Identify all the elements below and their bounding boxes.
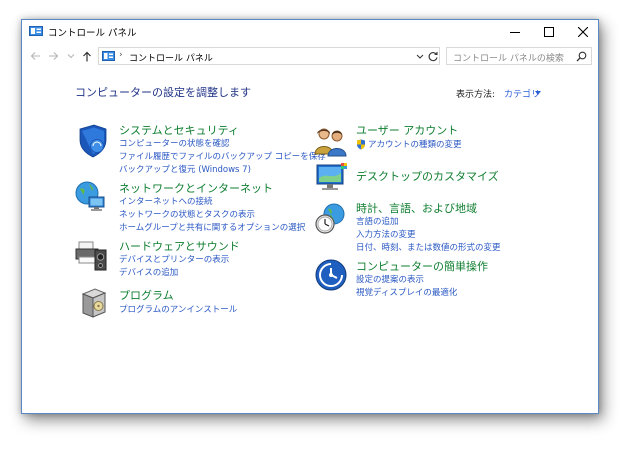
forward-button[interactable] bbox=[46, 48, 60, 64]
search-placeholder: コントロール パネルの検索 bbox=[453, 54, 564, 64]
link-add-language[interactable]: 言語の追加 bbox=[356, 215, 399, 227]
category-desktop-customization[interactable]: デスクトップのカスタマイズ bbox=[356, 168, 499, 184]
close-button[interactable] bbox=[566, 20, 600, 44]
link-change-account-type[interactable]: アカウントの種類の変更 bbox=[368, 138, 462, 150]
search-icon[interactable] bbox=[576, 51, 587, 62]
title-bar[interactable]: コントロール パネル bbox=[22, 20, 598, 44]
link-devices-printers[interactable]: デバイスとプリンターの表示 bbox=[119, 253, 229, 265]
category-ease-of-access[interactable]: コンピューターの簡単操作 bbox=[356, 258, 488, 274]
link-check-computer-status[interactable]: コンピューターの状態を確認 bbox=[119, 137, 230, 149]
security-shield-icon[interactable] bbox=[76, 124, 110, 158]
category-network-internet[interactable]: ネットワークとインターネット bbox=[119, 180, 273, 196]
breadcrumb-control-panel[interactable]: コントロール パネル bbox=[129, 51, 213, 64]
breadcrumb-separator[interactable]: › bbox=[119, 50, 123, 60]
up-button[interactable] bbox=[80, 48, 94, 64]
control-panel-breadcrumb-icon bbox=[102, 51, 115, 61]
clock-globe-icon[interactable] bbox=[314, 202, 348, 236]
address-bar[interactable]: › コントロール パネル bbox=[98, 47, 440, 65]
category-hardware-sound[interactable]: ハードウェアとサウンド bbox=[119, 238, 240, 254]
link-homegroup-sharing[interactable]: ホームグループと共有に関するオプションの選択 bbox=[119, 221, 305, 233]
link-change-input-method[interactable]: 入力方法の変更 bbox=[356, 228, 416, 240]
forward-arrow-icon bbox=[48, 52, 58, 60]
window-title: コントロール パネル bbox=[48, 28, 137, 39]
ease-of-access-icon[interactable] bbox=[314, 258, 348, 292]
minimize-icon bbox=[510, 32, 520, 33]
link-change-date-time-number-format[interactable]: 日付、時刻、または数値の形式の変更 bbox=[356, 241, 501, 253]
view-by-chevron-down-icon[interactable] bbox=[535, 91, 541, 95]
view-by-label: 表示方法: bbox=[456, 90, 496, 100]
chevron-down-icon bbox=[67, 54, 75, 59]
link-add-device[interactable]: デバイスの追加 bbox=[119, 266, 178, 278]
category-user-accounts[interactable]: ユーザー アカウント bbox=[356, 122, 458, 138]
category-system-security[interactable]: システムとセキュリティ bbox=[119, 122, 239, 138]
link-backup-restore-win7[interactable]: バックアップと復元 (Windows 7) bbox=[119, 163, 251, 175]
navigation-bar: › コントロール パネル コントロール パネルの検索 bbox=[22, 45, 598, 69]
category-clock-language-region[interactable]: 時計、言語、および地域 bbox=[356, 200, 477, 216]
up-arrow-icon bbox=[83, 51, 91, 61]
control-panel-window: コントロール パネル › コントロール パネル コントロール パネルの検索 コン… bbox=[21, 19, 599, 414]
program-box-icon[interactable] bbox=[77, 286, 111, 320]
control-panel-app-icon bbox=[29, 26, 43, 36]
back-arrow-icon bbox=[30, 52, 40, 60]
address-dropdown-icon[interactable] bbox=[415, 51, 425, 62]
link-network-status-tasks[interactable]: ネットワークの状態とタスクの表示 bbox=[119, 208, 255, 220]
network-globe-icon[interactable] bbox=[74, 180, 108, 214]
search-input[interactable]: コントロール パネルの検索 bbox=[446, 47, 592, 65]
link-connect-internet[interactable]: インターネットへの接続 bbox=[119, 195, 213, 207]
desktop-monitor-icon[interactable] bbox=[314, 160, 348, 194]
minimize-button[interactable] bbox=[498, 20, 532, 44]
recent-locations-button[interactable] bbox=[64, 48, 78, 64]
printer-speaker-icon[interactable] bbox=[74, 238, 108, 272]
user-accounts-icon[interactable] bbox=[314, 124, 348, 158]
back-button[interactable] bbox=[28, 48, 42, 64]
maximize-icon bbox=[544, 27, 554, 37]
page-heading: コンピューターの設定を調整します bbox=[75, 86, 251, 99]
link-get-recommendations[interactable]: 設定の提案の表示 bbox=[356, 273, 424, 285]
close-icon bbox=[578, 27, 588, 37]
link-uninstall-program[interactable]: プログラムのアンインストール bbox=[119, 303, 237, 315]
link-file-history-backup[interactable]: ファイル履歴でファイルのバックアップ コピーを保存 bbox=[119, 150, 326, 162]
maximize-button[interactable] bbox=[532, 20, 566, 44]
link-optimize-visual-display[interactable]: 視覚ディスプレイの最適化 bbox=[356, 286, 457, 298]
uac-shield-icon bbox=[357, 139, 365, 150]
refresh-icon[interactable] bbox=[427, 50, 439, 63]
category-programs[interactable]: プログラム bbox=[119, 287, 174, 303]
